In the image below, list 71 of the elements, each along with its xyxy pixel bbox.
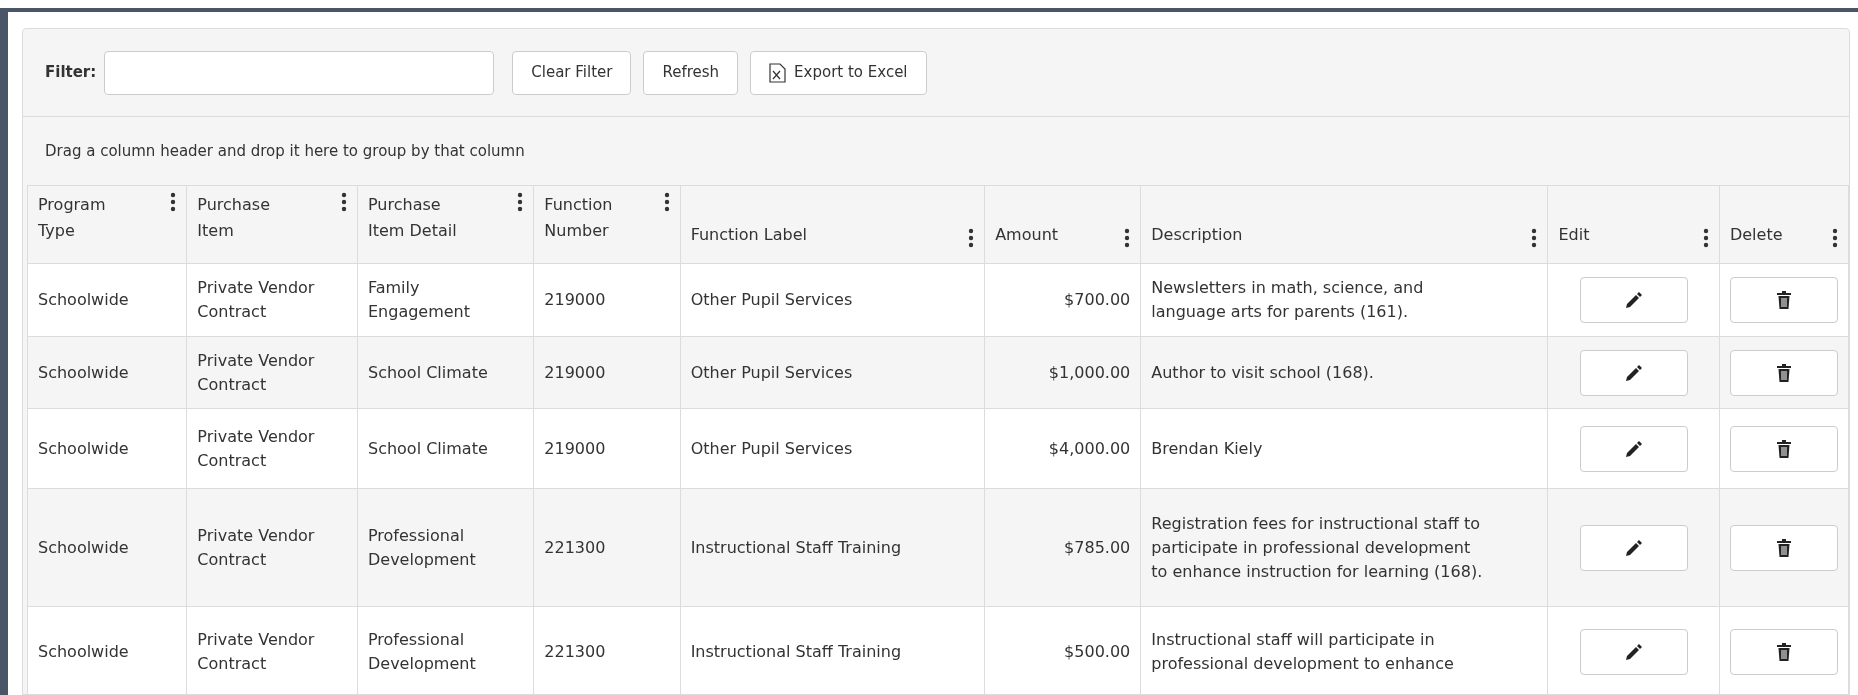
- table-cell: $4,000.00: [1048, 438, 1131, 458]
- table-cell-text: Brendan Kiely: [1151, 437, 1263, 460]
- table-cell: Private Vendor Contract: [197, 629, 315, 673]
- table-cell: Schoolwide: [38, 438, 129, 458]
- column-menu-icon[interactable]: [1702, 228, 1709, 248]
- table-cell: 221300: [544, 641, 606, 661]
- pencil-icon: [1623, 362, 1644, 383]
- delete-button[interactable]: [1729, 425, 1838, 472]
- table-cell: Schoolwide: [38, 641, 129, 661]
- table-cell: 219000: [544, 438, 606, 458]
- table-cell: $500.00: [1064, 641, 1131, 661]
- column-header[interactable]: Description: [1151, 222, 1243, 248]
- column-menu-icon[interactable]: [663, 192, 670, 212]
- column-menu-icon[interactable]: [1832, 228, 1838, 248]
- table-cell-text: Registration fees for instructional staff to participate in professional development to enhance instruction for learning (168).: [1151, 512, 1484, 583]
- column-menu-icon[interactable]: [340, 192, 347, 212]
- table-cell: Family Engagement: [367, 278, 471, 321]
- excel-file-icon: [769, 62, 787, 83]
- group-hint: Drag a column header and drop it here to group by that column: [45, 140, 525, 162]
- column-menu-icon[interactable]: [968, 228, 975, 248]
- table-cell: Professional Development: [367, 629, 476, 673]
- pencil-icon: [1623, 537, 1644, 558]
- delete-button[interactable]: [1729, 524, 1838, 571]
- table-cell: Other Pupil Services: [690, 290, 853, 309]
- toolbar-button[interactable]: Clear Filter: [512, 50, 632, 95]
- toolbar-button[interactable]: Refresh: [643, 50, 739, 95]
- trash-icon: [1775, 641, 1792, 662]
- table-cell: Private Vendor Contract: [197, 426, 315, 470]
- table-cell: School Climate: [367, 438, 488, 458]
- delete-button[interactable]: [1729, 277, 1838, 323]
- table-cell: Private Vendor Contract: [197, 525, 315, 569]
- delete-button[interactable]: [1729, 628, 1838, 675]
- column-menu-icon[interactable]: [1124, 228, 1131, 248]
- table-cell: Other Pupil Services: [690, 362, 853, 382]
- table-cell: Instructional Staff Training: [690, 537, 902, 557]
- table-cell-text: Instructional staff will participate in professional development to enhance: [1151, 628, 1455, 675]
- table-cell: Private Vendor Contract: [197, 350, 315, 394]
- trash-icon: [1775, 537, 1792, 558]
- column-menu-icon[interactable]: [170, 192, 177, 212]
- trash-icon: [1775, 362, 1792, 383]
- pencil-icon: [1623, 438, 1644, 459]
- table-cell: $700.00: [1064, 290, 1131, 309]
- column-header[interactable]: Amount: [995, 222, 1059, 248]
- column-menu-icon[interactable]: [1531, 228, 1538, 248]
- export-button[interactable]: Export to Excel: [750, 50, 927, 95]
- filter-field[interactable]: [104, 50, 495, 95]
- column-header[interactable]: Delete: [1729, 222, 1783, 248]
- column-header[interactable]: Function Label: [690, 222, 807, 248]
- table-cell: $1,000.00: [1048, 362, 1131, 382]
- column-menu-icon[interactable]: [517, 192, 524, 212]
- table-cell: School Climate: [367, 362, 488, 382]
- table-cell: Schoolwide: [38, 362, 129, 382]
- table-cell: Schoolwide: [38, 290, 129, 309]
- pencil-icon: [1623, 290, 1644, 310]
- trash-icon: [1775, 290, 1792, 310]
- filter-label: Filter:: [45, 62, 97, 84]
- table-cell: Instructional Staff Training: [690, 641, 902, 661]
- table-cell-text: Newsletters in math, science, and language arts for parents (161).: [1151, 277, 1425, 323]
- table-cell: Other Pupil Services: [690, 438, 853, 458]
- trash-icon: [1775, 438, 1792, 459]
- column-header[interactable]: Edit: [1558, 222, 1590, 248]
- table-cell-text: Author to visit school (168).: [1151, 361, 1374, 384]
- table-cell: $785.00: [1064, 537, 1131, 557]
- table-cell: Professional Development: [367, 525, 476, 569]
- table-cell: 221300: [544, 537, 606, 557]
- table-cell: 219000: [544, 290, 606, 309]
- delete-button[interactable]: [1729, 349, 1838, 396]
- table-cell: Schoolwide: [38, 537, 129, 557]
- table-cell: Private Vendor Contract: [197, 278, 315, 321]
- pencil-icon: [1623, 641, 1644, 662]
- table-cell: 219000: [544, 362, 606, 382]
